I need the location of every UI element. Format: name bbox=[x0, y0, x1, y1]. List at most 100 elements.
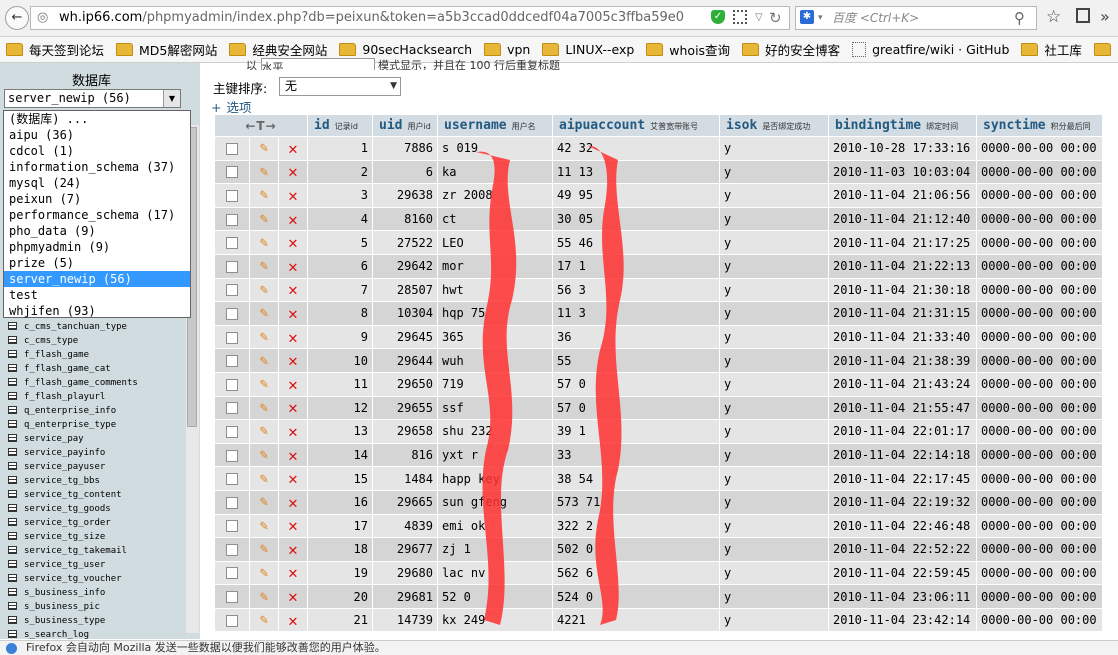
cell-uid[interactable]: 29665 bbox=[373, 490, 437, 514]
table-icon[interactable] bbox=[8, 448, 17, 456]
database-option[interactable]: test bbox=[4, 287, 190, 303]
back-arrow-icon[interactable]: ← bbox=[5, 6, 29, 30]
row-checkbox[interactable] bbox=[226, 237, 238, 250]
cell-aipu[interactable]: 39 1 bbox=[553, 420, 719, 443]
column-header-uid[interactable]: uid 用户id bbox=[373, 115, 437, 136]
delete-x-icon[interactable]: ✕ bbox=[288, 446, 298, 465]
cell-id[interactable]: 19 bbox=[308, 561, 372, 585]
delete-x-icon[interactable]: ✕ bbox=[288, 351, 298, 370]
cell-username[interactable]: ssf bbox=[438, 396, 552, 420]
bookmark-item[interactable]: 每天签到论坛 bbox=[6, 40, 104, 59]
cell-aipu[interactable]: 57 0 bbox=[553, 372, 719, 396]
cell-sync[interactable]: 0000-00-00 00:00 bbox=[977, 443, 1102, 467]
pencil-icon[interactable]: ✎ bbox=[260, 518, 268, 534]
table-list-item[interactable]: service_tg_takemail bbox=[8, 544, 184, 558]
table-list-item[interactable]: c_cms_type bbox=[8, 334, 184, 348]
cell-isok[interactable]: y bbox=[720, 184, 828, 207]
database-select[interactable]: server_newip (56) ▼ bbox=[4, 89, 181, 108]
pencil-icon[interactable]: ✎ bbox=[260, 565, 268, 581]
cell-sync[interactable]: 0000-00-00 00:00 bbox=[977, 160, 1102, 184]
table-icon[interactable] bbox=[8, 588, 17, 596]
row-checkbox[interactable] bbox=[226, 260, 238, 273]
cell-uid[interactable]: 4839 bbox=[373, 514, 437, 538]
cell-username[interactable]: 365 bbox=[438, 325, 552, 349]
table-list-item[interactable]: s_business_info bbox=[8, 586, 184, 600]
column-header-username[interactable]: username 用户名 bbox=[438, 115, 552, 136]
table-icon[interactable] bbox=[8, 476, 17, 484]
bookmark-item[interactable]: 社工库 bbox=[1021, 40, 1082, 59]
cell-binding[interactable]: 2010-11-04 23:06:11 bbox=[829, 585, 976, 608]
delete-x-icon[interactable]: ✕ bbox=[288, 563, 298, 582]
cell-binding[interactable]: 2010-11-03 10:03:04 bbox=[829, 160, 976, 184]
pencil-icon[interactable]: ✎ bbox=[260, 471, 268, 487]
cell-uid[interactable]: 14739 bbox=[373, 608, 437, 632]
row-checkbox[interactable] bbox=[226, 567, 238, 580]
row-checkbox[interactable] bbox=[226, 355, 238, 368]
cell-isok[interactable]: y bbox=[720, 443, 828, 467]
table-list-item[interactable]: s_business_type bbox=[8, 614, 184, 628]
cell-uid[interactable]: 29655 bbox=[373, 396, 437, 420]
table-name[interactable]: q_enterprise_type bbox=[24, 420, 116, 430]
cell-id[interactable]: 20 bbox=[308, 585, 372, 608]
table-name[interactable]: service_tg_content bbox=[24, 490, 122, 500]
cell-uid[interactable]: 29644 bbox=[373, 349, 437, 372]
column-header-bindingtime[interactable]: bindingtime 绑定时间 bbox=[829, 115, 976, 136]
cell-id[interactable]: 15 bbox=[308, 467, 372, 490]
table-list-item[interactable]: service_payinfo bbox=[8, 446, 184, 460]
cell-aipu[interactable]: 562 6 bbox=[553, 561, 719, 585]
cell-username[interactable]: ct bbox=[438, 207, 552, 231]
table-list-item[interactable]: service_payuser bbox=[8, 460, 184, 474]
delete-x-icon[interactable]: ✕ bbox=[288, 375, 298, 394]
cell-id[interactable]: 11 bbox=[308, 372, 372, 396]
column-resize-handle[interactable]: ←T→ bbox=[215, 115, 307, 136]
qr-code-icon[interactable] bbox=[733, 10, 747, 24]
cell-uid[interactable]: 8160 bbox=[373, 207, 437, 231]
cell-id[interactable]: 8 bbox=[308, 302, 372, 325]
pencil-icon[interactable]: ✎ bbox=[260, 376, 268, 392]
row-checkbox[interactable] bbox=[226, 614, 238, 627]
column-name[interactable]: synctime bbox=[983, 118, 1046, 133]
column-header-isok[interactable]: isok 是否绑定成功 bbox=[720, 115, 828, 136]
table-name[interactable]: service_tg_voucher bbox=[24, 574, 122, 584]
row-checkbox[interactable] bbox=[226, 425, 238, 438]
table-icon[interactable] bbox=[8, 322, 17, 330]
cell-username[interactable]: hwt bbox=[438, 278, 552, 302]
cell-isok[interactable]: y bbox=[720, 349, 828, 372]
delete-x-icon[interactable]: ✕ bbox=[288, 540, 298, 559]
pencil-icon[interactable]: ✎ bbox=[260, 211, 268, 227]
table-icon[interactable] bbox=[8, 392, 17, 400]
table-list-item[interactable]: q_enterprise_type bbox=[8, 418, 184, 432]
pencil-icon[interactable]: ✎ bbox=[260, 541, 268, 557]
table-name[interactable]: f_flash_game bbox=[24, 350, 89, 360]
database-option[interactable]: performance_schema (17) bbox=[4, 207, 190, 223]
delete-x-icon[interactable]: ✕ bbox=[288, 139, 298, 158]
pencil-icon[interactable]: ✎ bbox=[260, 305, 268, 321]
cell-isok[interactable]: y bbox=[720, 561, 828, 585]
cell-isok[interactable]: y bbox=[720, 325, 828, 349]
cell-id[interactable]: 5 bbox=[308, 231, 372, 254]
pencil-icon[interactable]: ✎ bbox=[260, 187, 268, 203]
cell-sync[interactable]: 0000-00-00 00:00 bbox=[977, 396, 1102, 420]
bookmark-item[interactable]: 好的安全博客 bbox=[742, 40, 840, 59]
cell-isok[interactable]: y bbox=[720, 372, 828, 396]
cell-isok[interactable]: y bbox=[720, 231, 828, 254]
cell-sync[interactable]: 0000-00-00 00:00 bbox=[977, 514, 1102, 538]
table-list-item[interactable]: service_tg_voucher bbox=[8, 572, 184, 586]
cell-aipu[interactable]: 42 32 bbox=[553, 137, 719, 160]
table-icon[interactable] bbox=[8, 378, 17, 386]
table-list-item[interactable]: s_business_pic bbox=[8, 600, 184, 614]
cell-id[interactable]: 21 bbox=[308, 608, 372, 632]
cell-isok[interactable]: y bbox=[720, 490, 828, 514]
engine-dropdown-icon[interactable]: ▾ bbox=[818, 7, 823, 29]
cell-id[interactable]: 4 bbox=[308, 207, 372, 231]
cell-aipu[interactable]: 55 bbox=[553, 349, 719, 372]
pencil-icon[interactable]: ✎ bbox=[260, 282, 268, 298]
cell-binding[interactable]: 2010-11-04 21:33:40 bbox=[829, 325, 976, 349]
cell-id[interactable]: 1 bbox=[308, 137, 372, 160]
row-checkbox[interactable] bbox=[226, 402, 238, 415]
cell-uid[interactable]: 7886 bbox=[373, 137, 437, 160]
pencil-icon[interactable]: ✎ bbox=[260, 589, 268, 605]
cell-isok[interactable]: y bbox=[720, 538, 828, 561]
cell-aipu[interactable]: 4221 bbox=[553, 608, 719, 632]
row-checkbox[interactable] bbox=[226, 543, 238, 556]
